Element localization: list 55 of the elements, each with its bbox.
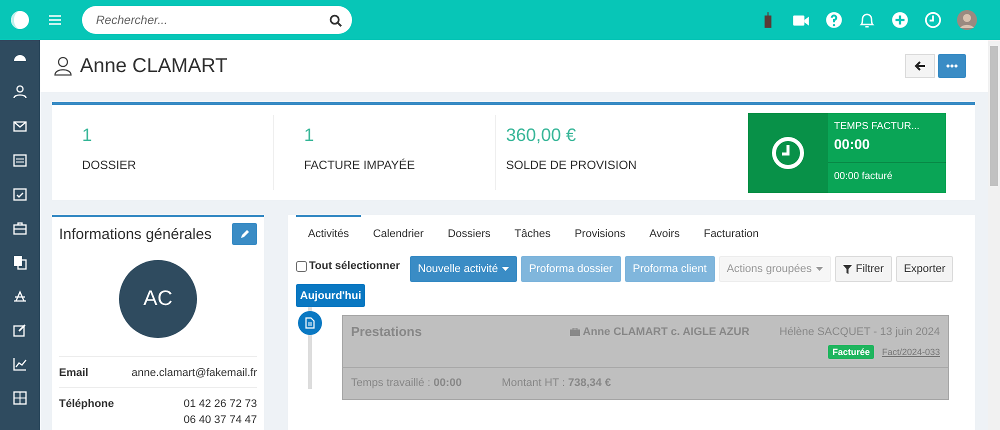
briefcase-icon [570,328,580,336]
timer-value: 00:00 [834,136,871,152]
search-icon[interactable] [329,14,342,27]
scrollbar[interactable] [988,40,1000,430]
document-icon [298,311,322,335]
briefcase-icon[interactable] [12,220,28,236]
dropdown-button[interactable]: Nouvelle activité [410,256,517,282]
today-button[interactable]: Aujourd'hui [296,284,366,307]
edit-button[interactable] [232,223,257,245]
scrollbar-thumb[interactable] [990,46,998,186]
checkbox-label: Tout sélectionner [309,260,400,272]
caret-icon [816,267,823,271]
field-value: 01 42 26 72 73 [184,398,257,410]
pencil-icon [240,229,250,239]
field-value: anne.clamart@fakemail.fr [132,367,257,379]
stat-value: 1 [304,125,316,146]
field-value: 06 40 37 74 47 [184,414,257,426]
calendar-icon[interactable] [12,152,28,168]
stat-label: SOLDE DE PROVISION [506,158,638,172]
tab[interactable]: Dossiers [436,215,503,251]
stat-value: 360,00 € [506,125,578,146]
ellipsis-icon [946,64,958,68]
action-button[interactable]: Exporter [896,256,954,282]
panel-title: Informations générales [59,226,212,242]
avatar: AC [119,260,197,338]
tab[interactable]: Provisions [562,215,638,251]
arrow-left-icon [914,60,926,72]
calendar-check-icon[interactable] [12,186,28,202]
caret-icon [502,267,509,271]
page-title: Anne CLAMART [80,54,228,78]
user-icon[interactable] [12,84,28,100]
tab[interactable]: Calendrier [360,215,436,251]
filter-button[interactable]: Filtrer [834,256,892,282]
filter-icon [842,264,852,274]
field-label: Téléphone [59,398,114,412]
search-field[interactable]: Rechercher... [82,6,352,34]
stat-label: DOSSIER [82,158,138,172]
tab[interactable]: Avoirs [637,215,692,251]
grid-icon[interactable] [12,390,28,406]
documents-icon[interactable] [12,254,28,270]
edit-icon[interactable] [12,322,28,338]
stat-value: 1 [82,125,94,146]
stat-label: FACTURE IMPAYÉE [304,158,416,172]
chart-icon[interactable] [12,356,28,372]
user-icon [52,55,74,77]
checkbox[interactable] [296,260,307,272]
billed-time: 00:00 facturé [833,170,894,184]
tab[interactable]: Facturation [692,215,771,251]
tab[interactable]: Activités [296,215,361,251]
field-label: Email [59,367,88,379]
clock-icon [771,136,805,170]
status-badge: Facturée [828,345,874,359]
back-button[interactable] [905,54,935,78]
timer-title: TEMPS FACTUR... [834,120,921,132]
tab[interactable]: Tâches [502,215,563,251]
